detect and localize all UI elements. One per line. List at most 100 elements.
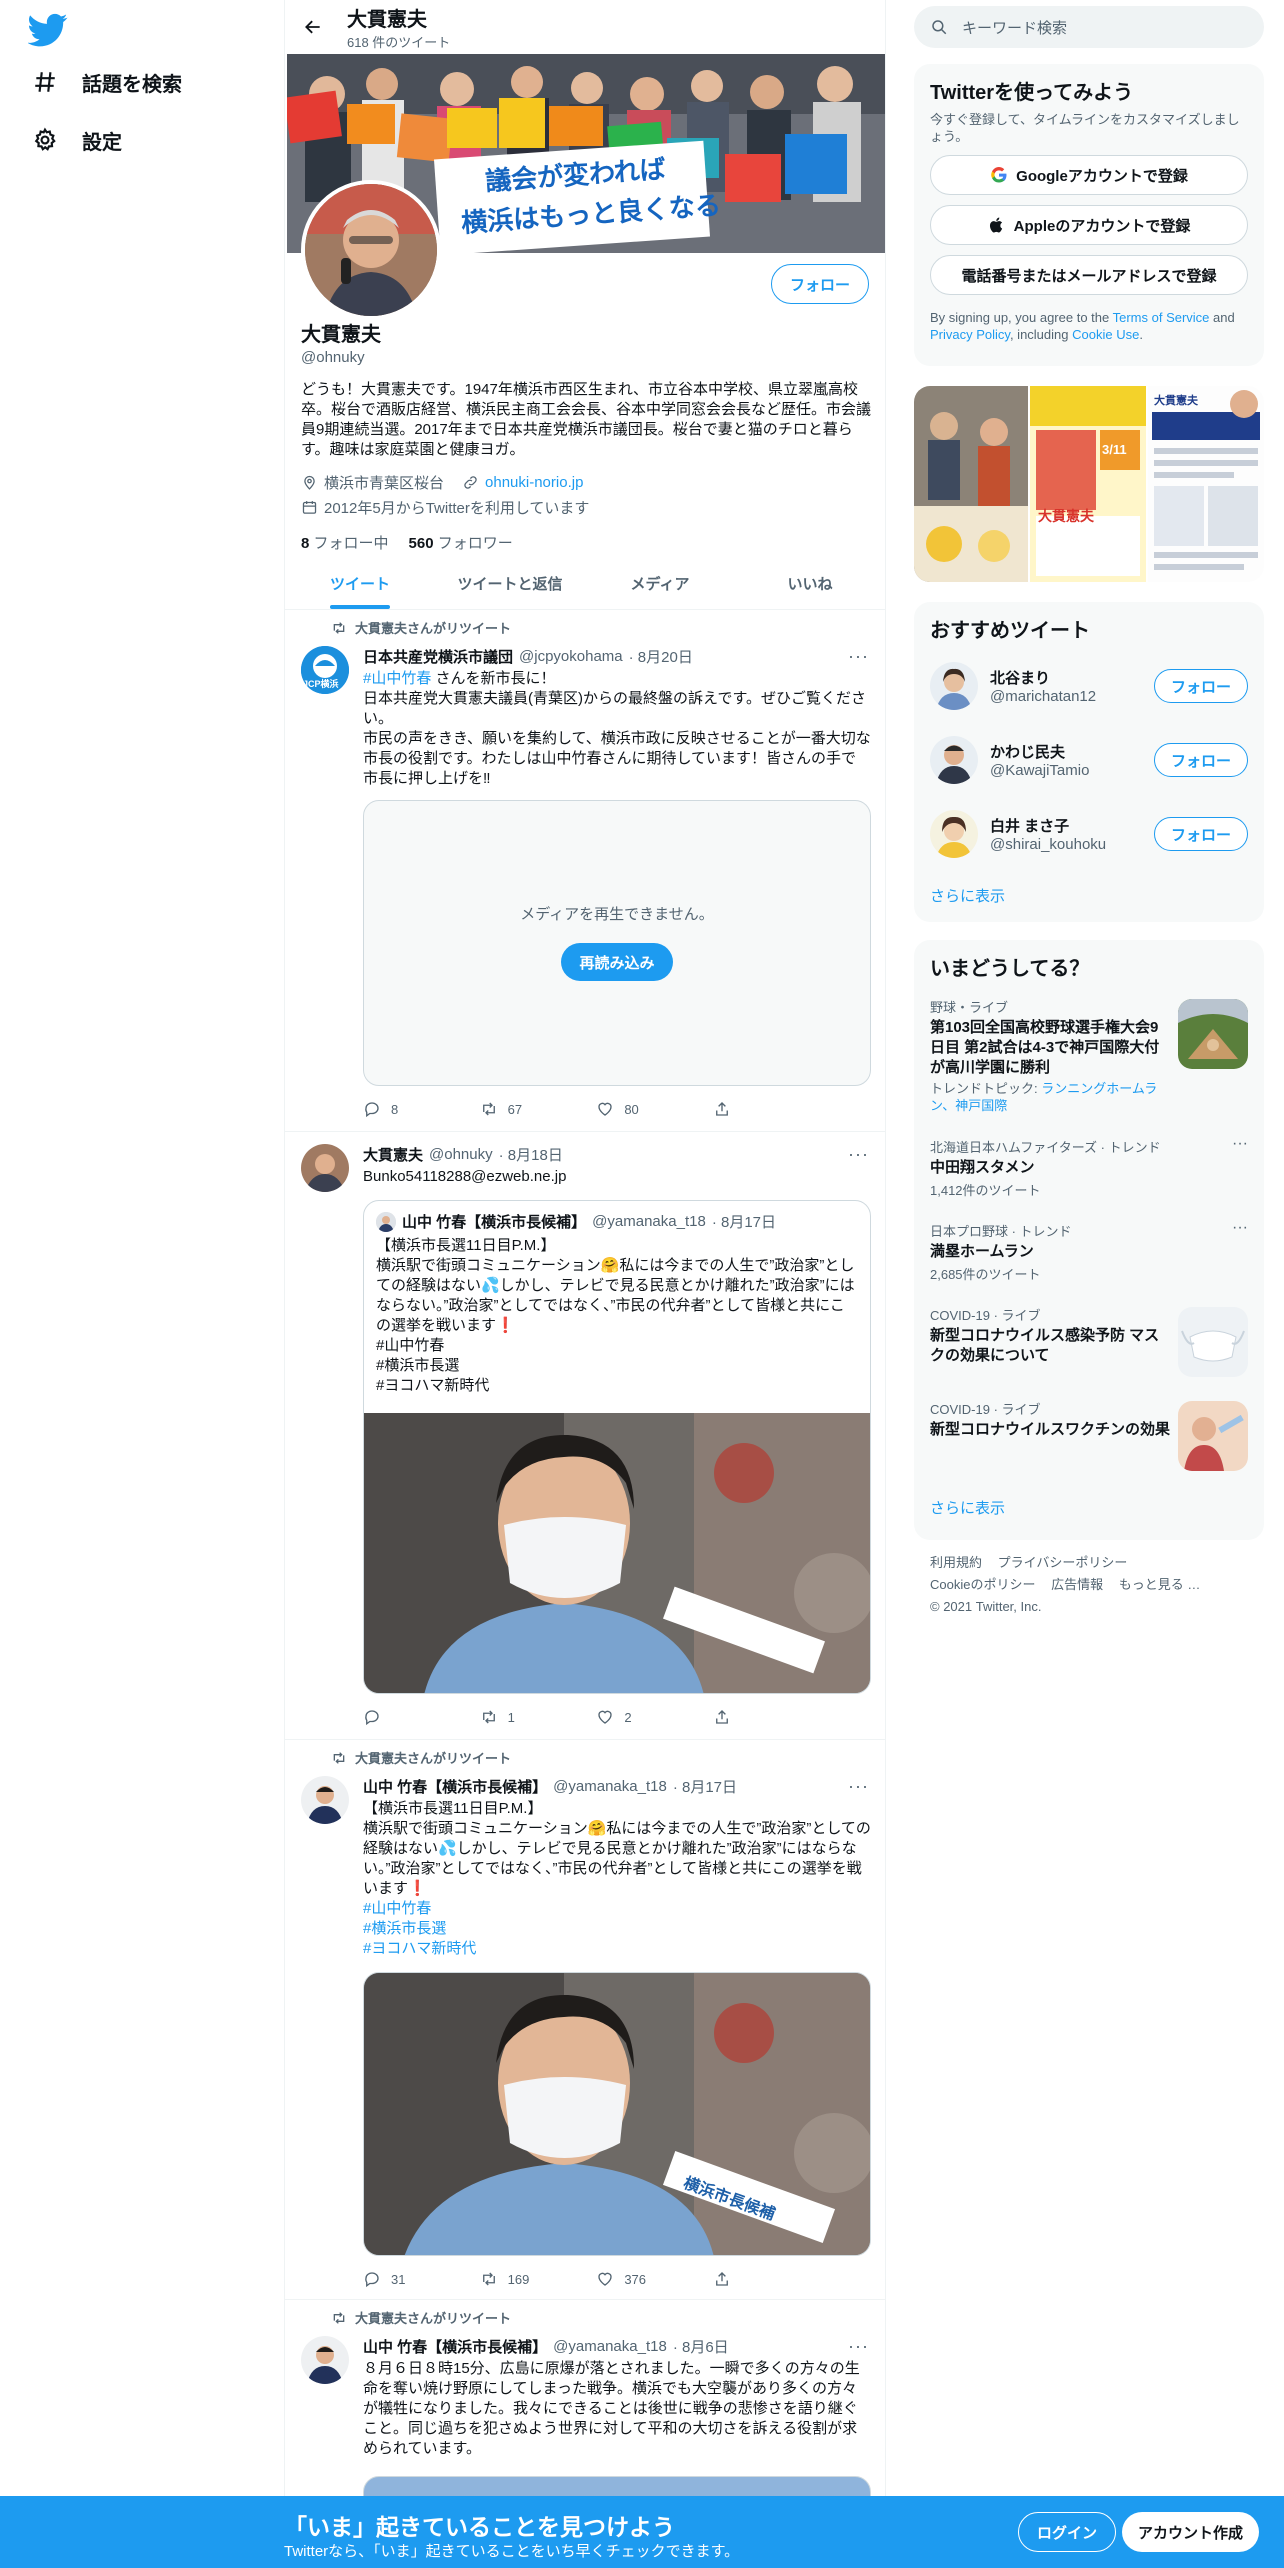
signup-button[interactable]: アカウント作成	[1122, 2512, 1260, 2552]
more-options-icon[interactable]: ···	[848, 646, 869, 667]
reply-icon	[365, 1102, 379, 1118]
like-action[interactable]: 2	[596, 1708, 666, 1726]
tweet-text: #山中竹春 さんを新市長に！ 日本共産党大貫憲夫議員(青葉区)からの最終盤の訴え…	[363, 669, 871, 789]
terms-link[interactable]: Terms of Service	[1113, 310, 1210, 325]
tweet-author-handle[interactable]: @yamanaka_t18	[553, 1778, 667, 1795]
legal-text: and	[1209, 310, 1235, 325]
reply-action[interactable]	[363, 1708, 433, 1726]
hashtag-link[interactable]: #ヨコハマ新時代	[363, 1939, 871, 1959]
footer-link[interactable]: 利用規約	[930, 1555, 982, 1570]
tab-media[interactable]: メディア	[585, 558, 735, 609]
profile-website[interactable]: ohnuki-norio.jp	[462, 472, 583, 493]
tweet[interactable]: 大貫憲夫 @ohnuky · 8月18日 Bunko54118288@ezweb…	[285, 1132, 885, 1740]
trend-item[interactable]: 日本プロ野球 · トレンド 満塁ホームラン 2,685件のツイート ···	[914, 1211, 1264, 1295]
tab-tweets[interactable]: ツイート	[285, 558, 435, 609]
trend-item[interactable]: 北海道日本ハムファイターズ · トレンド 中田翔スタメン 1,412件のツイート…	[914, 1127, 1264, 1211]
footer-link[interactable]: Cookieのポリシー	[930, 1577, 1035, 1592]
tweet-avatar[interactable]: JCP横浜	[301, 646, 349, 694]
reply-action[interactable]: 8	[363, 1100, 433, 1118]
nav-settings[interactable]: 設定	[32, 120, 122, 160]
media-thumb[interactable]: 大貫憲夫	[1148, 386, 1264, 582]
trend-item[interactable]: COVID-19 · ライブ 新型コロナウイルスワクチンの効果	[914, 1389, 1264, 1483]
reload-button[interactable]: 再読み込み	[561, 943, 673, 981]
tweet-author-handle[interactable]: @jcpyokohama	[519, 648, 623, 665]
phone-signup-button[interactable]: 電話番号またはメールアドレスで登録	[930, 255, 1248, 295]
more-options-icon[interactable]: ···	[848, 1776, 869, 1797]
share-action[interactable]	[713, 1708, 783, 1726]
recommend-user[interactable]: 北谷まり @marichatan12 フォロー	[914, 649, 1264, 723]
media-thumb[interactable]: 大貫憲夫 3/11	[1030, 386, 1146, 582]
trends-show-more[interactable]: さらに表示	[914, 1483, 1264, 1532]
tweet[interactable]: 大貫憲夫さんがリツイート 山中 竹春【横浜市長候補】 @yamanaka_t18…	[285, 1740, 885, 2300]
mask-photo	[1178, 1307, 1248, 1377]
following-stat[interactable]: 8 フォロー中	[301, 532, 389, 553]
tweet-photo[interactable]: 横浜市長候補	[363, 1972, 871, 2256]
tweet-avatar[interactable]	[301, 2336, 349, 2384]
media-thumb[interactable]	[914, 386, 1028, 582]
signup-desc: 今すぐ登録して、タイムラインをカスタマイズしましょう。	[930, 112, 1240, 144]
apple-signup-label: Appleのアカウントで登録	[1013, 217, 1191, 235]
tweet-avatar[interactable]	[301, 1144, 349, 1192]
search-box[interactable]: キーワード検索	[914, 6, 1264, 48]
left-nav: 話題を検索 設定	[0, 0, 284, 2568]
footer-link[interactable]: もっと見る …	[1119, 1577, 1201, 1592]
tweet-author-name[interactable]: 山中 竹春【横浜市長候補】	[363, 2336, 547, 2357]
retweet-action[interactable]: 169	[480, 2270, 550, 2288]
recommend-user[interactable]: かわじ民夫 @KawajiTamio フォロー	[914, 723, 1264, 797]
like-action[interactable]: 80	[596, 1100, 666, 1118]
cookie-link[interactable]: Cookie Use	[1072, 327, 1139, 342]
tweet-author-handle[interactable]: @yamanaka_t18	[553, 2338, 667, 2355]
more-options-icon[interactable]: ···	[1232, 1219, 1248, 1237]
recommend-follow-button[interactable]: フォロー	[1153, 817, 1248, 851]
tweet-author-handle[interactable]: @ohnuky	[429, 1146, 493, 1163]
tweet-date[interactable]: · 8月6日	[673, 2336, 729, 2357]
recommend-show-more[interactable]: さらに表示	[914, 871, 1264, 920]
retweet-action[interactable]: 67	[480, 1100, 550, 1118]
follow-button[interactable]: フォロー	[770, 264, 869, 304]
tweet-author-name[interactable]: 大貫憲夫	[363, 1144, 423, 1165]
footer-link[interactable]: 広告情報	[1051, 1577, 1103, 1592]
login-button[interactable]: ログイン	[1018, 2512, 1117, 2552]
recommend-user[interactable]: 白井 まさ子 @shirai_kouhoku フォロー	[914, 797, 1264, 871]
tab-likes[interactable]: いいね	[735, 558, 885, 609]
privacy-link[interactable]: Privacy Policy	[930, 327, 1010, 342]
quoted-tweet[interactable]: 山中 竹春【横浜市長候補】 @yamanaka_t18 · 8月17日 【横浜市…	[363, 1200, 871, 1694]
recommend-follow-button[interactable]: フォロー	[1153, 669, 1248, 703]
google-signup-button[interactable]: Googleアカウントで登録	[930, 155, 1248, 195]
retweet-action[interactable]: 1	[480, 1708, 550, 1726]
back-arrow-icon[interactable]	[303, 17, 323, 37]
more-options-icon[interactable]: ···	[1232, 1135, 1248, 1153]
twitter-logo-icon[interactable]	[28, 10, 68, 50]
website-link[interactable]: ohnuki-norio.jp	[485, 474, 583, 491]
media-grid[interactable]: 大貫憲夫 3/11 大貫憲夫	[914, 386, 1264, 582]
nav-explore[interactable]: 話題を検索	[32, 62, 182, 102]
hashtag-link[interactable]: #山中竹春	[363, 1899, 871, 1919]
tweet-avatar[interactable]	[301, 1776, 349, 1824]
share-action[interactable]	[713, 2270, 783, 2288]
tweet[interactable]: 大貫憲夫さんがリツイート JCP横浜 日本共産党横浜市議団 @jcpyokoha…	[285, 610, 885, 1132]
tweet-photo[interactable]	[364, 1413, 871, 1694]
apple-icon	[989, 217, 1002, 233]
trend-topic-label: トレンドトピック:	[930, 1081, 1042, 1096]
trend-item[interactable]: COVID-19 · ライブ 新型コロナウイルス感染予防 マスクの効果について	[914, 1295, 1264, 1389]
hashtag-link[interactable]: #山中竹春	[363, 670, 431, 687]
tweet-author-name[interactable]: 山中 竹春【横浜市長候補】	[363, 1776, 547, 1797]
more-options-icon[interactable]: ···	[848, 1144, 869, 1165]
footer-link[interactable]: プライバシーポリシー	[998, 1555, 1128, 1570]
tweet-author-name[interactable]: 日本共産党横浜市議団	[363, 646, 513, 667]
apple-signup-button[interactable]: Appleのアカウントで登録	[930, 205, 1248, 245]
followers-stat[interactable]: 560 フォロワー	[409, 532, 513, 553]
hashtag-link[interactable]: #横浜市長選	[363, 1919, 871, 1939]
profile-avatar[interactable]	[301, 180, 441, 320]
more-options-icon[interactable]: ···	[848, 2336, 869, 2357]
tweet-date[interactable]: · 8月17日	[673, 1776, 737, 1797]
tweet-date[interactable]: · 8月18日	[499, 1144, 563, 1165]
like-action[interactable]: 376	[596, 2270, 666, 2288]
tweet-date[interactable]: · 8月20日	[629, 646, 693, 667]
recommend-follow-button[interactable]: フォロー	[1153, 743, 1248, 777]
reply-action[interactable]: 31	[363, 2270, 433, 2288]
tab-tweets-and-replies[interactable]: ツイートと返信	[435, 558, 585, 609]
signup-legal: By signing up, you agree to the Terms of…	[914, 295, 1264, 343]
share-action[interactable]	[713, 1100, 783, 1118]
trend-item[interactable]: 野球・ライブ 第103回全国高校野球選手権大会9日目 第2試合は4-3で神戸国際…	[914, 987, 1264, 1127]
